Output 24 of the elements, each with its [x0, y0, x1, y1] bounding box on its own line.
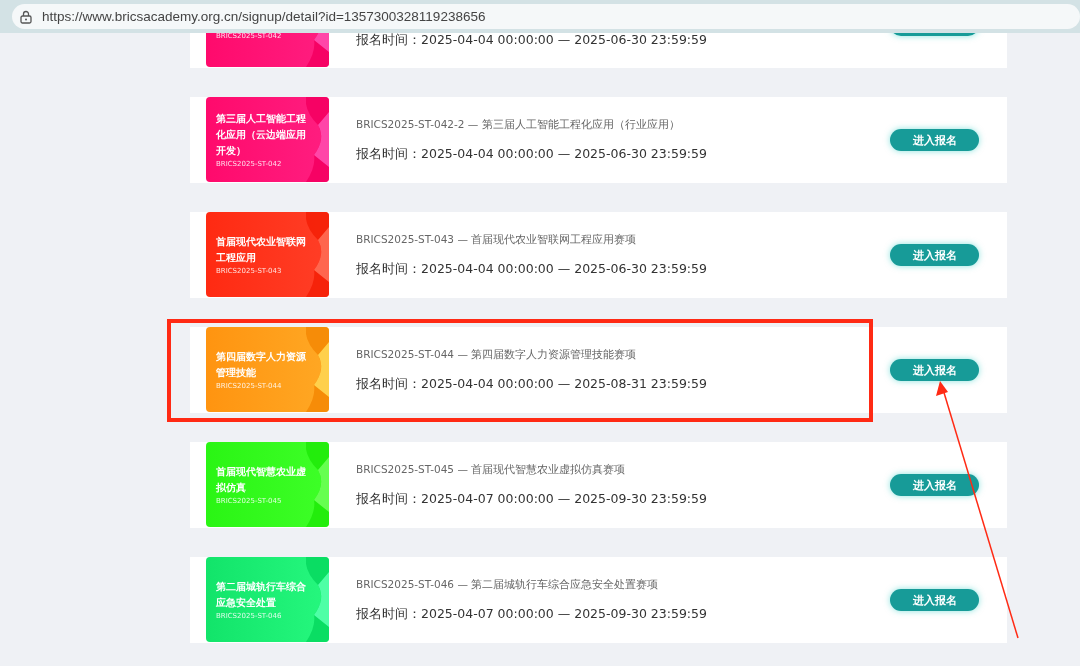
banner-title: 首届现代农业智联网工程应用	[216, 234, 306, 265]
event-description: BRICS2025-ST-042-2 — 第三届人工智能工程化应用（行业应用）	[356, 117, 681, 132]
event-description: BRICS2025-ST-046 — 第二届城轨行车综合应急安全处置赛项	[356, 577, 660, 592]
signup-button[interactable]: 进入报名	[890, 474, 979, 496]
signup-time: 报名时间：2025-04-04 00:00:00 — 2025-08-31 23:59:59	[356, 375, 708, 393]
banner-title: 第二届城轨行车综合应急安全处置	[216, 579, 306, 610]
event-description: BRICS2025-ST-044 — 第四届数字人力资源管理技能赛项	[356, 347, 638, 362]
lock-icon	[18, 8, 34, 25]
url-text: https://www.bricsacademy.org.cn/signup/detail?id=1357300328119238656	[42, 9, 486, 24]
signup-time: 报名时间：2025-04-04 00:00:00 — 2025-06-30 23:59:59	[356, 260, 708, 278]
banner-title: 第三届人工智能工程化应用（云边端应用开发）	[216, 111, 306, 158]
banner-title: 第四届数字人力资源管理技能	[216, 349, 306, 380]
banner-title: 首届现代智慧农业虚拟仿真	[216, 464, 306, 495]
address-bar[interactable]: https://www.bricsacademy.org.cn/signup/detail?id=1357300328119238656	[12, 4, 1080, 29]
signup-time: 报名时间：2025-04-07 00:00:00 — 2025-09-30 23:59:59	[356, 490, 708, 508]
signup-time: 报名时间：2025-04-07 00:00:00 — 2025-09-30 23:59:59	[356, 605, 708, 623]
signup-time: 报名时间：2025-04-04 00:00:00 — 2025-06-30 23:59:59	[356, 33, 708, 49]
signup-button[interactable]: 进入报名	[890, 244, 979, 266]
event-description: BRICS2025-ST-045 — 首届现代智慧农业虚拟仿真赛项	[356, 462, 627, 477]
signup-time: 报名时间：2025-04-04 00:00:00 — 2025-06-30 23:59:59	[356, 145, 708, 163]
signup-button[interactable]: 进入报名	[890, 129, 979, 151]
signup-button[interactable]: 进入报名	[890, 589, 979, 611]
event-description: BRICS2025-ST-043 — 首届现代农业智联网工程应用赛项	[356, 232, 638, 247]
signup-button[interactable]: 进入报名	[890, 359, 979, 381]
